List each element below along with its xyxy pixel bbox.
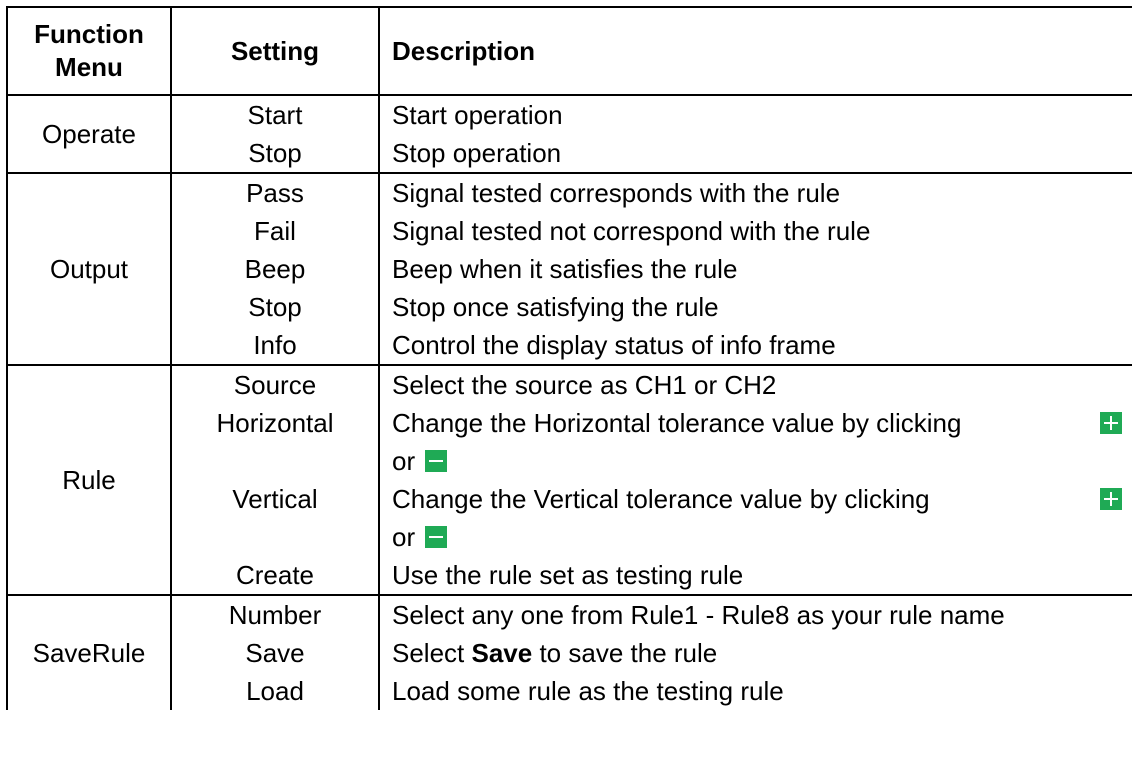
description-cell: Start operation xyxy=(392,100,563,130)
setting-cell: Beep xyxy=(244,254,306,284)
description-column: Start operation Stop operation xyxy=(380,96,1132,172)
description-column: Select any one from Rule1 - Rule8 as you… xyxy=(380,596,1132,710)
function-cell: SaveRule xyxy=(8,596,172,710)
description-cell: Select any one from Rule1 - Rule8 as you… xyxy=(392,600,1005,630)
description-cell: Use the rule set as testing rule xyxy=(392,560,744,590)
description-cell: Signal tested not correspond with the ru… xyxy=(392,216,871,246)
description-column: Signal tested corresponds with the rule … xyxy=(380,174,1132,364)
group-rule: Rule Source Horizontal Vertical Create S… xyxy=(8,366,1132,596)
group-operate: Operate Start Stop Start operation Stop … xyxy=(8,96,1132,174)
description-text: Select xyxy=(392,638,472,668)
minus-icon xyxy=(425,450,448,472)
setting-cell: Info xyxy=(253,330,297,360)
setting-cell: Pass xyxy=(246,178,304,208)
plus-icon xyxy=(1100,412,1122,434)
description-cell: Stop once satisfying the rule xyxy=(392,292,719,322)
setting-cell: Source xyxy=(233,370,317,400)
setting-cell: Start xyxy=(247,100,303,130)
description-text: Change the Vertical tolerance value by c… xyxy=(392,484,930,514)
setting-cell: Stop xyxy=(248,292,302,322)
description-cell: Load some rule as the testing rule xyxy=(392,676,784,706)
header-function-menu: Function Menu xyxy=(8,8,172,94)
description-column: Select the source as CH1 or CH2 Change t… xyxy=(380,366,1132,594)
description-text: Change the Horizontal tolerance value by… xyxy=(392,408,962,438)
group-saverule: SaveRule Number Save Load Select any one… xyxy=(8,596,1132,710)
setting-cell: Vertical xyxy=(232,484,318,514)
description-cell: Control the display status of info frame xyxy=(392,330,836,360)
setting-cell: Number xyxy=(228,600,322,630)
group-output: Output Pass Fail Beep Stop Info Signal t… xyxy=(8,174,1132,366)
table-header-row: Function Menu Setting Description xyxy=(8,8,1132,96)
minus-icon xyxy=(425,526,448,548)
setting-column: Source Horizontal Vertical Create xyxy=(172,366,380,594)
description-text: or xyxy=(392,446,416,476)
header-setting: Setting xyxy=(172,8,380,94)
setting-column: Number Save Load xyxy=(172,596,380,710)
function-cell: Output xyxy=(8,174,172,364)
setting-column: Pass Fail Beep Stop Info xyxy=(172,174,380,364)
setting-cell: Horizontal xyxy=(216,408,334,438)
description-bold-text: Save xyxy=(471,638,533,668)
description-cell: Signal tested corresponds with the rule xyxy=(392,178,841,208)
setting-cell: Stop xyxy=(248,138,302,168)
description-text: to save the rule xyxy=(532,638,718,668)
description-cell: Stop operation xyxy=(392,138,562,168)
function-cell: Operate xyxy=(8,96,172,172)
description-cell: Select Save to save the rule xyxy=(380,634,1132,672)
function-menu-table: Function Menu Setting Description Operate… xyxy=(6,6,1132,710)
setting-cell: Fail xyxy=(254,216,296,246)
setting-cell: Save xyxy=(245,638,305,668)
plus-icon xyxy=(1100,488,1122,510)
description-cell: Change the Horizontal tolerance value by… xyxy=(380,404,1132,480)
description-cell: Change the Vertical tolerance value by c… xyxy=(380,480,1132,556)
description-cell: Beep when it satisfies the rule xyxy=(392,254,738,284)
header-description: Description xyxy=(392,35,536,66)
function-cell: Rule xyxy=(8,366,172,594)
setting-cell: Load xyxy=(246,676,304,706)
setting-column: Start Stop xyxy=(172,96,380,172)
description-text: or xyxy=(392,522,416,552)
header-menu-label: Menu xyxy=(55,52,123,82)
setting-cell: Create xyxy=(235,560,315,590)
description-cell: Select the source as CH1 or CH2 xyxy=(392,370,777,400)
header-function-label: Function xyxy=(34,19,144,49)
